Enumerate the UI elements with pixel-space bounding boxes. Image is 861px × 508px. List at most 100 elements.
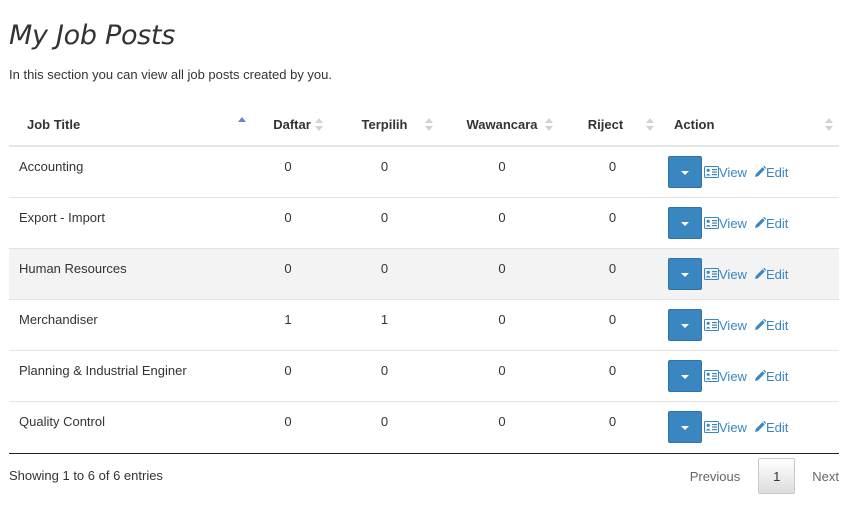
view-label: View bbox=[719, 317, 747, 333]
id-card-icon bbox=[704, 217, 719, 229]
view-link[interactable]: View bbox=[704, 216, 747, 231]
column-header-label: Daftar bbox=[273, 117, 311, 132]
edit-link[interactable]: Edit bbox=[754, 267, 788, 282]
action-cell: View Edit bbox=[662, 145, 839, 197]
action-cell: View Edit bbox=[662, 247, 839, 299]
page-1-button[interactable]: 1 bbox=[758, 458, 796, 494]
page-subtitle: In this section you can view all job pos… bbox=[9, 67, 333, 82]
action-dropdown-button[interactable] bbox=[668, 411, 702, 444]
table-row: Merchandiser 1 1 0 0 View Edit bbox=[9, 298, 839, 350]
sort-ascending-icon bbox=[238, 117, 246, 131]
action-dropdown-button[interactable] bbox=[668, 207, 702, 239]
view-label: View bbox=[719, 266, 747, 282]
next-page-button[interactable]: Next bbox=[797, 458, 839, 494]
sort-arrows-icon bbox=[545, 118, 553, 132]
edit-label: Edit bbox=[765, 266, 789, 282]
action-cell: View Edit bbox=[662, 196, 839, 248]
caret-down-icon bbox=[681, 222, 689, 226]
edit-link[interactable]: Edit bbox=[754, 420, 788, 435]
wawancara-cell: 0 bbox=[441, 196, 563, 248]
view-link[interactable]: View bbox=[704, 267, 747, 282]
riject-cell: 0 bbox=[563, 145, 662, 197]
wawancara-cell: 0 bbox=[441, 298, 563, 350]
id-card-icon bbox=[704, 370, 719, 382]
id-card-icon bbox=[704, 268, 719, 280]
page-title: My Job Posts bbox=[9, 20, 175, 51]
view-label: View bbox=[719, 368, 747, 384]
view-link[interactable]: View bbox=[704, 369, 747, 384]
table-row: Export - Import 0 0 0 0 View Edit bbox=[9, 196, 839, 248]
terpilih-cell: 0 bbox=[328, 196, 441, 248]
daftar-cell: 0 bbox=[248, 400, 328, 452]
action-cell: View Edit bbox=[662, 400, 839, 452]
edit-link[interactable]: Edit bbox=[754, 216, 788, 231]
wawancara-cell: 0 bbox=[441, 349, 563, 401]
terpilih-cell: 1 bbox=[328, 298, 441, 350]
column-header-terpilih[interactable]: Terpilih bbox=[328, 104, 441, 147]
view-link[interactable]: View bbox=[704, 420, 747, 435]
caret-down-icon bbox=[681, 426, 689, 431]
action-dropdown-button[interactable] bbox=[668, 309, 702, 341]
column-header-wawancara[interactable]: Wawancara bbox=[441, 104, 563, 147]
pencil-icon bbox=[754, 421, 766, 433]
table-header-row: Job Title Daftar Terpilih Wawancara Rije… bbox=[9, 104, 839, 147]
view-label: View bbox=[719, 215, 747, 231]
action-dropdown-button[interactable] bbox=[668, 156, 702, 189]
sort-arrows-icon bbox=[825, 118, 833, 132]
sort-arrows-icon bbox=[315, 118, 323, 132]
job-title-cell[interactable]: Export - Import bbox=[9, 196, 248, 248]
edit-link[interactable]: Edit bbox=[754, 318, 788, 333]
caret-down-icon bbox=[681, 273, 689, 277]
riject-cell: 0 bbox=[563, 247, 662, 299]
riject-cell: 0 bbox=[563, 298, 662, 350]
pencil-icon bbox=[754, 370, 766, 381]
job-title-cell[interactable]: Quality Control bbox=[9, 400, 248, 452]
pencil-icon bbox=[754, 217, 766, 228]
riject-cell: 0 bbox=[563, 196, 662, 248]
column-header-riject[interactable]: Riject bbox=[563, 104, 662, 147]
action-dropdown-button[interactable] bbox=[668, 258, 702, 290]
pencil-icon bbox=[754, 319, 766, 330]
table-row: Planning & Industrial Enginer 0 0 0 0 Vi… bbox=[9, 349, 839, 401]
action-cell: View Edit bbox=[662, 349, 839, 401]
table-row: Quality Control 0 0 0 0 View Edit bbox=[9, 400, 839, 452]
previous-page-button[interactable]: Previous bbox=[676, 458, 757, 494]
job-title-cell[interactable]: Planning & Industrial Enginer bbox=[9, 349, 248, 401]
column-header-label: Wawancara bbox=[466, 117, 538, 132]
table-row: Human Resources 0 0 0 0 View Edit bbox=[9, 247, 839, 299]
riject-cell: 0 bbox=[563, 400, 662, 452]
job-posts-table: Job Title Daftar Terpilih Wawancara Rije… bbox=[9, 104, 839, 452]
terpilih-cell: 0 bbox=[328, 145, 441, 197]
terpilih-cell: 0 bbox=[328, 400, 441, 452]
column-header-daftar[interactable]: Daftar bbox=[248, 104, 328, 147]
caret-down-icon bbox=[681, 375, 689, 379]
column-header-label: Job Title bbox=[27, 117, 81, 132]
column-header-label: Terpilih bbox=[361, 117, 408, 132]
edit-link[interactable]: Edit bbox=[754, 369, 788, 384]
caret-down-icon bbox=[681, 324, 689, 328]
edit-label: Edit bbox=[765, 368, 789, 384]
column-header-label: Action bbox=[674, 117, 715, 132]
action-dropdown-button[interactable] bbox=[668, 360, 702, 392]
edit-label: Edit bbox=[765, 419, 789, 435]
daftar-cell: 0 bbox=[248, 349, 328, 401]
view-label: View bbox=[719, 164, 747, 180]
pagination: Previous 1 Next bbox=[676, 458, 839, 494]
job-title-cell[interactable]: Accounting bbox=[9, 145, 248, 197]
daftar-cell: 0 bbox=[248, 145, 328, 197]
edit-label: Edit bbox=[765, 164, 789, 180]
column-header-job-title[interactable]: Job Title bbox=[9, 104, 248, 147]
view-link[interactable]: View bbox=[704, 165, 747, 180]
caret-down-icon bbox=[681, 171, 689, 176]
job-title-cell[interactable]: Human Resources bbox=[9, 247, 248, 299]
view-link[interactable]: View bbox=[704, 318, 747, 333]
job-title-cell[interactable]: Merchandiser bbox=[9, 298, 248, 350]
column-header-action[interactable]: Action bbox=[662, 104, 839, 147]
view-label: View bbox=[719, 419, 747, 435]
column-header-label: Riject bbox=[587, 117, 624, 132]
daftar-cell: 0 bbox=[248, 196, 328, 248]
wawancara-cell: 0 bbox=[441, 400, 563, 452]
table-bottom-border bbox=[9, 453, 839, 454]
daftar-cell: 1 bbox=[248, 298, 328, 350]
edit-link[interactable]: Edit bbox=[754, 165, 788, 180]
